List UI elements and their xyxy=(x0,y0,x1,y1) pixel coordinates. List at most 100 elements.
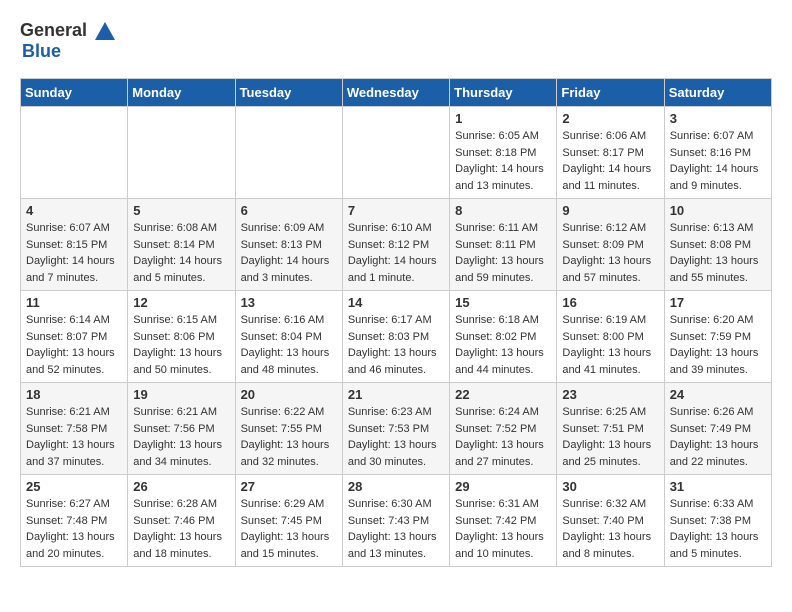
calendar-table: SundayMondayTuesdayWednesdayThursdayFrid… xyxy=(20,78,772,567)
calendar-cell-11: 11 Sunrise: 6:14 AMSunset: 8:07 PMDayligh… xyxy=(21,291,128,383)
day-info: Sunrise: 6:28 AMSunset: 7:46 PMDaylight:… xyxy=(133,496,229,562)
calendar-week-3: 11 Sunrise: 6:14 AMSunset: 8:07 PMDayligh… xyxy=(21,291,772,383)
calendar-cell-empty xyxy=(21,107,128,199)
calendar-cell-5: 5Sunrise: 6:08 AMSunset: 8:14 PMDaylight… xyxy=(128,199,235,291)
day-number: 25 xyxy=(26,479,122,494)
calendar-cell-1: 1 Sunrise: 6:05 AMSunset: 8:18 PMDaylight… xyxy=(450,107,557,199)
day-info: Sunrise: 6:11 AMSunset: 8:11 PMDaylight:… xyxy=(455,220,551,286)
day-info: Sunrise: 6:17 AMSunset: 8:03 PMDaylight:… xyxy=(348,312,444,378)
weekday-header-thursday: Thursday xyxy=(450,79,557,107)
day-number: 21 xyxy=(348,387,444,402)
logo-general: General xyxy=(20,20,87,41)
day-number: 8 xyxy=(455,203,551,218)
day-info: Sunrise: 6:25 AMSunset: 7:51 PMDaylight:… xyxy=(562,404,658,470)
logo-icon xyxy=(95,22,115,40)
day-number: 7 xyxy=(348,203,444,218)
weekday-header-wednesday: Wednesday xyxy=(342,79,449,107)
calendar-cell-25: 25 Sunrise: 6:27 AMSunset: 7:48 PMDayligh… xyxy=(21,475,128,567)
calendar-cell-3: 3 Sunrise: 6:07 AMSunset: 8:16 PMDaylight… xyxy=(664,107,771,199)
calendar-cell-22: 22Sunrise: 6:24 AMSunset: 7:52 PMDayligh… xyxy=(450,383,557,475)
calendar-cell-31: 31Sunrise: 6:33 AMSunset: 7:38 PMDayligh… xyxy=(664,475,771,567)
calendar-week-2: 4 Sunrise: 6:07 AMSunset: 8:15 PMDaylight… xyxy=(21,199,772,291)
day-info: Sunrise: 6:32 AMSunset: 7:40 PMDaylight:… xyxy=(562,496,658,562)
calendar-cell-7: 7 Sunrise: 6:10 AMSunset: 8:12 PMDaylight… xyxy=(342,199,449,291)
weekday-header-monday: Monday xyxy=(128,79,235,107)
day-number: 24 xyxy=(670,387,766,402)
calendar-cell-23: 23 Sunrise: 6:25 AMSunset: 7:51 PMDayligh… xyxy=(557,383,664,475)
day-number: 19 xyxy=(133,387,229,402)
day-info: Sunrise: 6:30 AMSunset: 7:43 PMDaylight:… xyxy=(348,496,444,562)
calendar-cell-12: 12 Sunrise: 6:15 AMSunset: 8:06 PMDayligh… xyxy=(128,291,235,383)
calendar-week-5: 25 Sunrise: 6:27 AMSunset: 7:48 PMDayligh… xyxy=(21,475,772,567)
calendar-cell-29: 29Sunrise: 6:31 AMSunset: 7:42 PMDayligh… xyxy=(450,475,557,567)
day-number: 26 xyxy=(133,479,229,494)
day-info: Sunrise: 6:12 AMSunset: 8:09 PMDaylight:… xyxy=(562,220,658,286)
day-info: Sunrise: 6:15 AMSunset: 8:06 PMDaylight:… xyxy=(133,312,229,378)
day-number: 11 xyxy=(26,295,122,310)
day-info: Sunrise: 6:07 AMSunset: 8:16 PMDaylight:… xyxy=(670,128,766,194)
calendar-cell-13: 13Sunrise: 6:16 AMSunset: 8:04 PMDayligh… xyxy=(235,291,342,383)
weekday-header-sunday: Sunday xyxy=(21,79,128,107)
day-info: Sunrise: 6:05 AMSunset: 8:18 PMDaylight:… xyxy=(455,128,551,194)
day-number: 13 xyxy=(241,295,337,310)
day-info: Sunrise: 6:10 AMSunset: 8:12 PMDaylight:… xyxy=(348,220,444,286)
calendar-cell-17: 17 Sunrise: 6:20 AMSunset: 7:59 PMDayligh… xyxy=(664,291,771,383)
calendar-week-1: 1 Sunrise: 6:05 AMSunset: 8:18 PMDaylight… xyxy=(21,107,772,199)
day-number: 20 xyxy=(241,387,337,402)
calendar-cell-14: 14 Sunrise: 6:17 AMSunset: 8:03 PMDayligh… xyxy=(342,291,449,383)
weekday-header-tuesday: Tuesday xyxy=(235,79,342,107)
day-info: Sunrise: 6:23 AMSunset: 7:53 PMDaylight:… xyxy=(348,404,444,470)
weekday-header-friday: Friday xyxy=(557,79,664,107)
day-info: Sunrise: 6:14 AMSunset: 8:07 PMDaylight:… xyxy=(26,312,122,378)
calendar-cell-20: 20 Sunrise: 6:22 AMSunset: 7:55 PMDayligh… xyxy=(235,383,342,475)
day-number: 27 xyxy=(241,479,337,494)
calendar-cell-9: 9 Sunrise: 6:12 AMSunset: 8:09 PMDaylight… xyxy=(557,199,664,291)
day-info: Sunrise: 6:08 AMSunset: 8:14 PMDaylight:… xyxy=(133,220,229,286)
calendar-cell-30: 30Sunrise: 6:32 AMSunset: 7:40 PMDayligh… xyxy=(557,475,664,567)
day-info: Sunrise: 6:27 AMSunset: 7:48 PMDaylight:… xyxy=(26,496,122,562)
calendar-cell-24: 24 Sunrise: 6:26 AMSunset: 7:49 PMDayligh… xyxy=(664,383,771,475)
weekday-header-saturday: Saturday xyxy=(664,79,771,107)
day-info: Sunrise: 6:19 AMSunset: 8:00 PMDaylight:… xyxy=(562,312,658,378)
day-number: 17 xyxy=(670,295,766,310)
day-info: Sunrise: 6:26 AMSunset: 7:49 PMDaylight:… xyxy=(670,404,766,470)
calendar-cell-empty xyxy=(128,107,235,199)
day-number: 12 xyxy=(133,295,229,310)
calendar-cell-2: 2 Sunrise: 6:06 AMSunset: 8:17 PMDaylight… xyxy=(557,107,664,199)
day-number: 6 xyxy=(241,203,337,218)
day-number: 14 xyxy=(348,295,444,310)
calendar-cell-19: 19 Sunrise: 6:21 AMSunset: 7:56 PMDayligh… xyxy=(128,383,235,475)
calendar-cell-26: 26 Sunrise: 6:28 AMSunset: 7:46 PMDayligh… xyxy=(128,475,235,567)
calendar-cell-4: 4 Sunrise: 6:07 AMSunset: 8:15 PMDaylight… xyxy=(21,199,128,291)
calendar-week-4: 18 Sunrise: 6:21 AMSunset: 7:58 PMDayligh… xyxy=(21,383,772,475)
day-number: 15 xyxy=(455,295,551,310)
day-number: 16 xyxy=(562,295,658,310)
day-number: 18 xyxy=(26,387,122,402)
day-info: Sunrise: 6:29 AMSunset: 7:45 PMDaylight:… xyxy=(241,496,337,562)
logo: General Blue xyxy=(20,20,115,62)
day-info: Sunrise: 6:13 AMSunset: 8:08 PMDaylight:… xyxy=(670,220,766,286)
day-info: Sunrise: 6:20 AMSunset: 7:59 PMDaylight:… xyxy=(670,312,766,378)
day-number: 2 xyxy=(562,111,658,126)
day-number: 9 xyxy=(562,203,658,218)
page-header: General Blue xyxy=(20,20,772,62)
calendar-cell-21: 21 Sunrise: 6:23 AMSunset: 7:53 PMDayligh… xyxy=(342,383,449,475)
logo-blue: Blue xyxy=(22,41,61,62)
day-info: Sunrise: 6:21 AMSunset: 7:58 PMDaylight:… xyxy=(26,404,122,470)
day-number: 29 xyxy=(455,479,551,494)
day-number: 4 xyxy=(26,203,122,218)
day-info: Sunrise: 6:22 AMSunset: 7:55 PMDaylight:… xyxy=(241,404,337,470)
calendar-cell-empty xyxy=(235,107,342,199)
day-number: 23 xyxy=(562,387,658,402)
day-info: Sunrise: 6:07 AMSunset: 8:15 PMDaylight:… xyxy=(26,220,122,286)
calendar-cell-15: 15 Sunrise: 6:18 AMSunset: 8:02 PMDayligh… xyxy=(450,291,557,383)
day-number: 28 xyxy=(348,479,444,494)
day-info: Sunrise: 6:06 AMSunset: 8:17 PMDaylight:… xyxy=(562,128,658,194)
day-info: Sunrise: 6:18 AMSunset: 8:02 PMDaylight:… xyxy=(455,312,551,378)
day-number: 1 xyxy=(455,111,551,126)
day-number: 3 xyxy=(670,111,766,126)
weekday-header-row: SundayMondayTuesdayWednesdayThursdayFrid… xyxy=(21,79,772,107)
day-number: 22 xyxy=(455,387,551,402)
day-info: Sunrise: 6:09 AMSunset: 8:13 PMDaylight:… xyxy=(241,220,337,286)
day-info: Sunrise: 6:21 AMSunset: 7:56 PMDaylight:… xyxy=(133,404,229,470)
